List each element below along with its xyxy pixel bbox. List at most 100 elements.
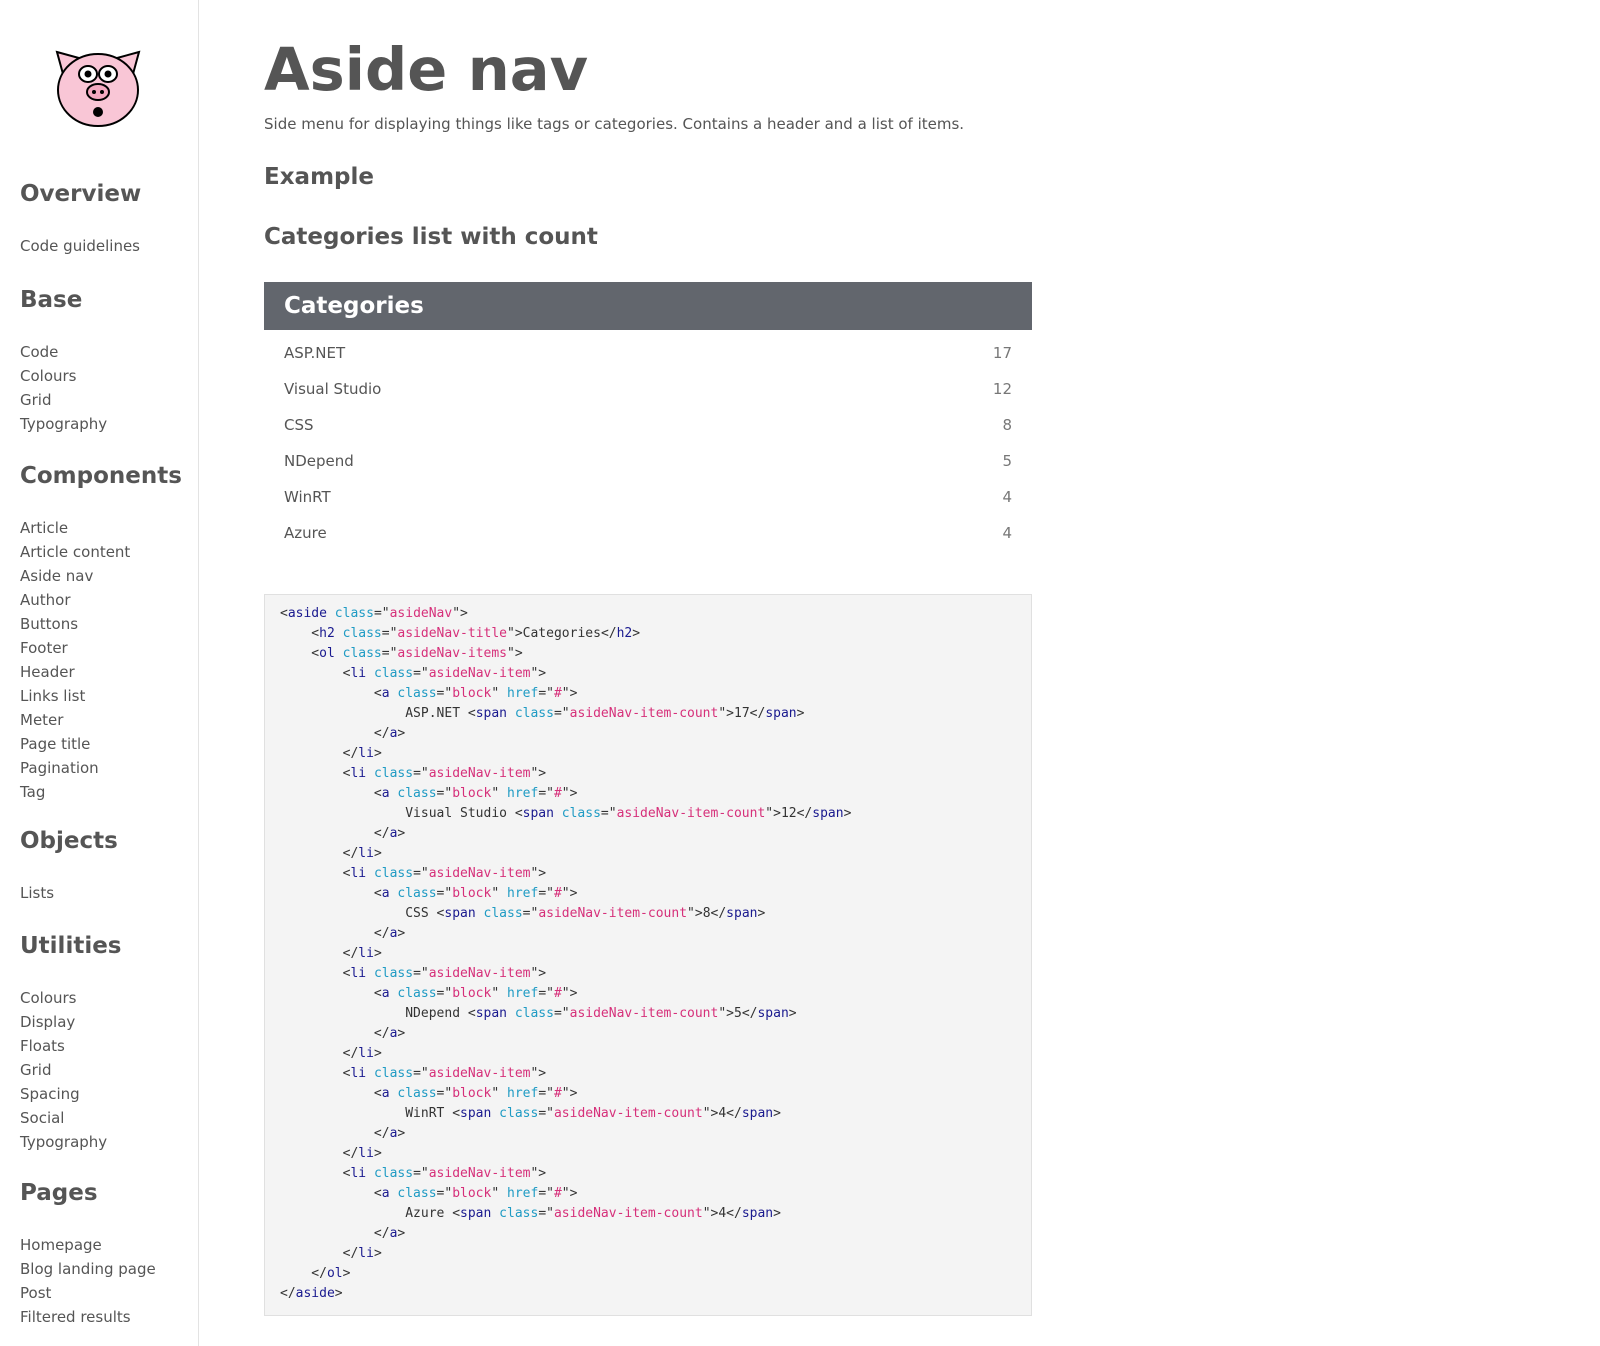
nav-item: Aside nav bbox=[20, 564, 130, 588]
code-line: </li> bbox=[280, 1246, 382, 1261]
nav-link[interactable]: Colours bbox=[20, 989, 76, 1007]
nav-link[interactable]: Links list bbox=[20, 687, 85, 705]
code-line: <h2 class="asideNav-title">Categories</h… bbox=[280, 626, 641, 641]
nav-section-list: Article Article content Aside nav Author But… bbox=[20, 516, 130, 804]
aside-nav-item-link[interactable]: Visual Studio 12 bbox=[264, 371, 1032, 407]
code-line: NDepend <span class="asideNav-item-count… bbox=[405, 1006, 797, 1021]
nav-section-title: Pages bbox=[20, 1180, 98, 1206]
nav-section-list: Code guidelines bbox=[20, 234, 140, 258]
aside-nav-item-count: 8 bbox=[1002, 416, 1012, 434]
nav-link[interactable]: Code bbox=[20, 343, 58, 361]
nav-link[interactable]: Typography bbox=[20, 415, 107, 433]
nav-link[interactable]: Spacing bbox=[20, 1085, 80, 1103]
code-line: </a> bbox=[280, 1126, 406, 1141]
code-line: </li> bbox=[280, 846, 382, 861]
aside-nav-item-link[interactable]: Azure 4 bbox=[264, 515, 1032, 551]
code-line: <a class="block" href="#"> bbox=[280, 1086, 578, 1101]
aside-nav-item: ASP.NET 17 bbox=[264, 335, 1032, 371]
nav-item: Tag bbox=[20, 780, 130, 804]
nav-item: Article content bbox=[20, 540, 130, 564]
nav-item: Grid bbox=[20, 388, 107, 412]
code-line: </li> bbox=[280, 1046, 382, 1061]
code-line: <a class="block" href="#"> bbox=[280, 886, 578, 901]
aside-nav-item-link[interactable]: ASP.NET 17 bbox=[264, 335, 1032, 371]
nav-link[interactable]: Pagination bbox=[20, 759, 99, 777]
nav-link[interactable]: Grid bbox=[20, 1061, 51, 1079]
nav-item: Article bbox=[20, 516, 130, 540]
nav-link[interactable]: Grid bbox=[20, 391, 51, 409]
aside-nav-item: Azure 4 bbox=[264, 515, 1032, 551]
code-line: </ol> bbox=[280, 1266, 351, 1281]
page-intro: Side menu for displaying things like tag… bbox=[264, 115, 965, 133]
nav-link[interactable]: Social bbox=[20, 1109, 64, 1127]
nav-link[interactable]: Aside nav bbox=[20, 567, 93, 585]
code-sample: <aside class="asideNav"> <h2 class="asid… bbox=[264, 594, 1032, 1316]
nav-link[interactable]: Filtered results bbox=[20, 1308, 131, 1326]
code-line: Azure <span class="asideNav-item-count">… bbox=[405, 1206, 781, 1221]
code-line: <aside class="asideNav"> bbox=[280, 606, 468, 621]
nav-item: Page title bbox=[20, 732, 130, 756]
nav-link[interactable]: Display bbox=[20, 1013, 75, 1031]
aside-nav-item-label: CSS bbox=[284, 416, 314, 434]
nav-link[interactable]: Footer bbox=[20, 639, 68, 657]
nav-link[interactable]: Page title bbox=[20, 735, 90, 753]
aside-nav-item-link[interactable]: CSS 8 bbox=[264, 407, 1032, 443]
sidebar: Overview Code guidelines Base Code Colours Gr… bbox=[0, 0, 199, 1346]
nav-item: Author bbox=[20, 588, 130, 612]
nav-link[interactable]: Colours bbox=[20, 367, 76, 385]
nav-item: Colours bbox=[20, 986, 107, 1010]
nav-item: Social bbox=[20, 1106, 107, 1130]
nav-item: Code bbox=[20, 340, 107, 364]
nav-link[interactable]: Buttons bbox=[20, 615, 78, 633]
nav-link[interactable]: Homepage bbox=[20, 1236, 102, 1254]
code-line: </li> bbox=[280, 946, 382, 961]
nav-link[interactable]: Header bbox=[20, 663, 75, 681]
aside-nav-item-count: 5 bbox=[1002, 452, 1012, 470]
nav-section-list: Code Colours Grid Typography bbox=[20, 340, 107, 436]
aside-nav-demo: Categories ASP.NET 17 Visual Studio 12 CSS… bbox=[264, 282, 1032, 551]
nav-link[interactable]: Post bbox=[20, 1284, 51, 1302]
aside-nav-item-count: 17 bbox=[992, 344, 1012, 362]
code-line: <a class="block" href="#"> bbox=[280, 986, 578, 1001]
nav-link[interactable]: Floats bbox=[20, 1037, 65, 1055]
aside-nav-item-label: WinRT bbox=[284, 488, 331, 506]
code-line: WinRT <span class="asideNav-item-count">… bbox=[405, 1106, 781, 1121]
code-line: </a> bbox=[280, 1226, 406, 1241]
nav-section-list: Lists bbox=[20, 881, 54, 905]
aside-nav-item-link[interactable]: WinRT 4 bbox=[264, 479, 1032, 515]
aside-nav-item: NDepend 5 bbox=[264, 443, 1032, 479]
nav-section-list: Homepage Blog landing page Post Filtered re… bbox=[20, 1233, 156, 1329]
code-line: <li class="asideNav-item"> bbox=[280, 666, 547, 681]
code-line: <a class="block" href="#"> bbox=[280, 1186, 578, 1201]
nav-section-title: Overview bbox=[20, 181, 142, 207]
nav-section-title: Components bbox=[20, 463, 182, 489]
nav-item: Blog landing page bbox=[20, 1257, 156, 1281]
nav-item: Homepage bbox=[20, 1233, 156, 1257]
nav-link[interactable]: Tag bbox=[20, 783, 45, 801]
nav-item: Floats bbox=[20, 1034, 107, 1058]
example-heading: Example bbox=[264, 164, 374, 190]
code-line: <li class="asideNav-item"> bbox=[280, 966, 547, 981]
nav-link[interactable]: Article content bbox=[20, 543, 130, 561]
nav-item: Pagination bbox=[20, 756, 130, 780]
nav-item: Typography bbox=[20, 1130, 107, 1154]
nav-link[interactable]: Lists bbox=[20, 884, 54, 902]
nav-item: Code guidelines bbox=[20, 234, 140, 258]
aside-nav-item-count: 12 bbox=[992, 380, 1012, 398]
aside-nav-item-link[interactable]: NDepend 5 bbox=[264, 443, 1032, 479]
nav-item: Meter bbox=[20, 708, 130, 732]
pig-logo-icon[interactable] bbox=[53, 46, 143, 128]
nav-link[interactable]: Typography bbox=[20, 1133, 107, 1151]
aside-nav-items: ASP.NET 17 Visual Studio 12 CSS 8 NDepend 5 … bbox=[264, 330, 1032, 551]
nav-link[interactable]: Meter bbox=[20, 711, 63, 729]
nav-link[interactable]: Code guidelines bbox=[20, 237, 140, 255]
nav-link[interactable]: Blog landing page bbox=[20, 1260, 156, 1278]
nav-item: Header bbox=[20, 660, 130, 684]
code-line: </li> bbox=[280, 746, 382, 761]
aside-nav-item: CSS 8 bbox=[264, 407, 1032, 443]
code-line: <li class="asideNav-item"> bbox=[280, 866, 547, 881]
nav-link[interactable]: Article bbox=[20, 519, 68, 537]
nav-link[interactable]: Author bbox=[20, 591, 71, 609]
code-line: </a> bbox=[280, 726, 406, 741]
code-line: CSS <span class="asideNav-item-count">8<… bbox=[405, 906, 766, 921]
